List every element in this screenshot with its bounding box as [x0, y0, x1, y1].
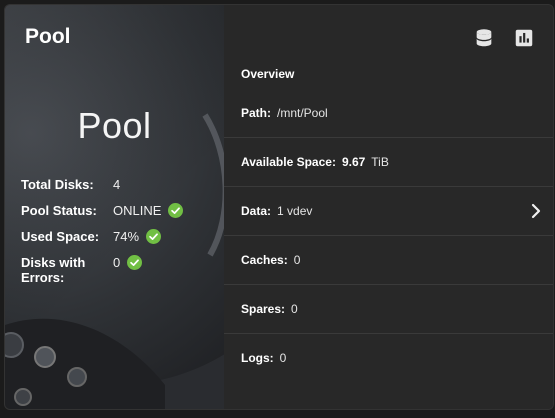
stat-used-space: Used Space: 74%	[21, 229, 221, 244]
available-space-unit: TiB	[371, 155, 389, 169]
stat-label: Pool Status:	[21, 203, 97, 218]
pool-hero-panel: Pool Pool Total Disks: 4 Pool Status: ON…	[5, 5, 224, 409]
overview-panel: Overview Path: /mnt/Pool Available Space…	[224, 5, 553, 409]
pool-card: Pool Pool Total Disks: 4 Pool Status: ON…	[4, 4, 554, 410]
pool-name-large: Pool	[77, 105, 152, 146]
logs-label: Logs:	[241, 351, 274, 365]
stat-label: Used Space:	[21, 229, 100, 244]
caches-label: Caches:	[241, 253, 288, 267]
pool-stats: Total Disks: 4 Pool Status: ONLINE Used …	[21, 177, 221, 296]
caches-value: 0	[293, 253, 301, 267]
overview-list: Path: /mnt/Pool Available Space: 9.67 Ti…	[224, 89, 553, 382]
check-circle-icon	[146, 229, 162, 244]
row-data-vdevs[interactable]: Data: 1 vdev	[224, 187, 553, 236]
available-space-value: 9.67	[341, 155, 366, 169]
row-spares: Spares: 0	[224, 285, 553, 334]
path-value: /mnt/Pool	[277, 106, 328, 120]
database-icon[interactable]	[473, 27, 495, 49]
chevron-right-icon[interactable]	[529, 203, 543, 219]
spares-value: 0	[291, 302, 298, 316]
logs-value: 0	[279, 351, 287, 365]
row-path: Path: /mnt/Pool	[224, 89, 553, 138]
row-caches: Caches: 0	[224, 236, 553, 285]
check-circle-icon	[127, 255, 143, 270]
card-toolbar	[473, 27, 535, 49]
stat-label: Total Disks:	[21, 177, 94, 192]
stat-label: Disks with Errors:	[21, 255, 86, 285]
stat-value: 4	[113, 177, 121, 192]
path-label: Path:	[241, 106, 271, 120]
bar-chart-icon[interactable]	[513, 27, 535, 49]
stat-value: ONLINE	[113, 203, 162, 218]
check-circle-icon	[168, 203, 184, 218]
stat-pool-status: Pool Status: ONLINE	[21, 203, 221, 218]
stat-value: 74%	[113, 229, 140, 244]
data-value: 1 vdev	[277, 204, 313, 218]
row-available-space: Available Space: 9.67 TiB	[224, 138, 553, 187]
stat-disks-with-errors: Disks with Errors: 0	[21, 255, 221, 285]
spares-label: Spares:	[241, 302, 286, 316]
overview-heading: Overview	[241, 67, 295, 81]
data-label: Data:	[241, 204, 272, 218]
stat-total-disks: Total Disks: 4	[21, 177, 221, 192]
available-space-label: Available Space:	[241, 155, 336, 169]
card-title: Pool	[25, 25, 71, 48]
stat-value: 0	[113, 255, 121, 270]
row-logs: Logs: 0	[224, 334, 553, 382]
